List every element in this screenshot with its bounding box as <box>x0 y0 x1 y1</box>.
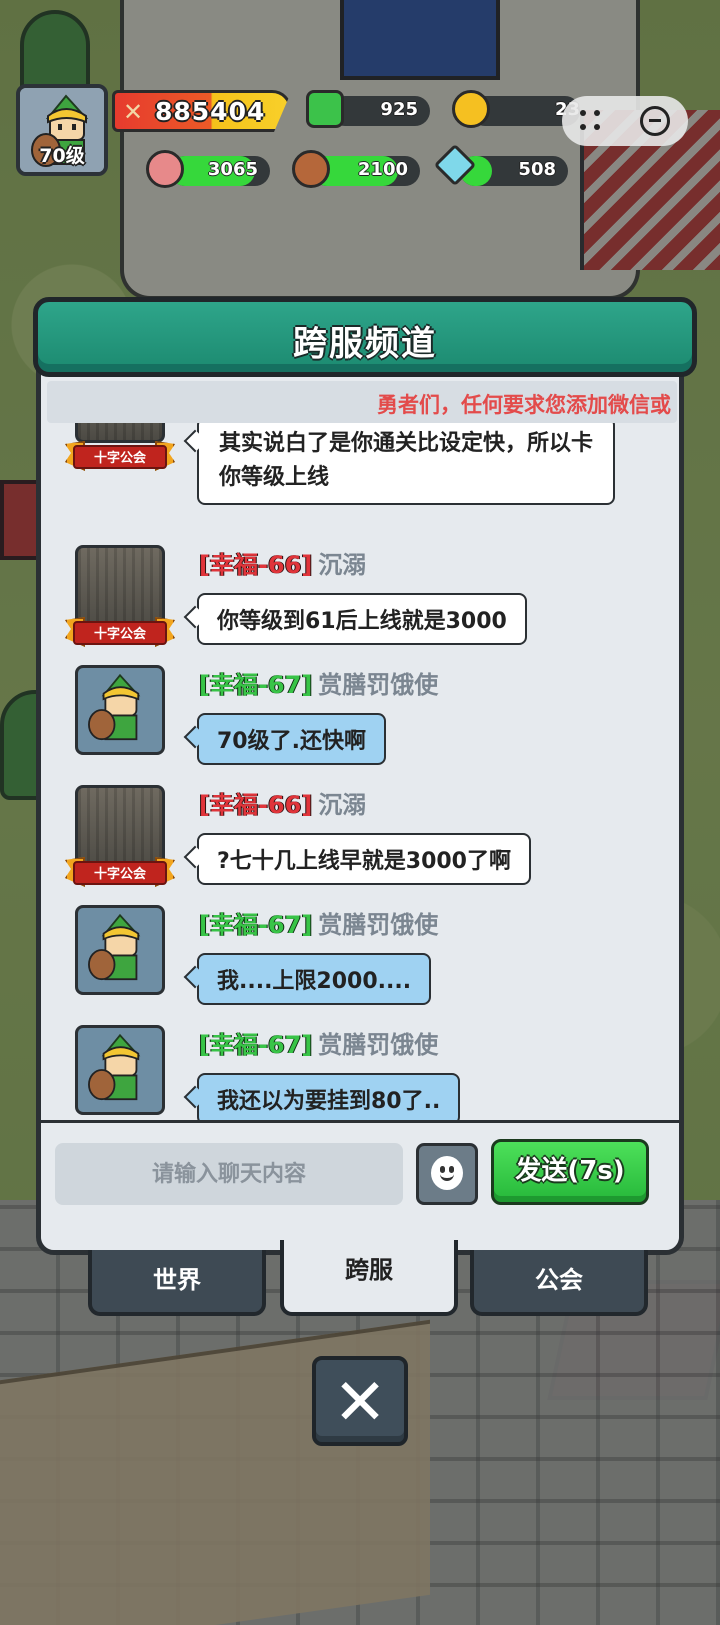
sender-name[interactable]: 沉溺 <box>318 791 366 819</box>
chat-input-row: 发送(7s) <box>41 1120 679 1250</box>
gem-value: 925 <box>380 99 418 120</box>
player-avatar-knight[interactable] <box>75 905 165 995</box>
chat-bubble: ?七十几上线早就是3000了啊 <box>197 833 531 885</box>
panel-header: 跨服频道 <box>33 297 697 377</box>
tab-guild[interactable]: 公会 <box>470 1250 648 1316</box>
chat-text: 其实说白了是你通关比设定快，所以卡 <box>219 431 594 456</box>
tab-world[interactable]: 世界 <box>88 1250 266 1316</box>
chat-text: 70级了.还快啊 <box>217 729 366 754</box>
player-avatar-knight[interactable] <box>75 1025 165 1115</box>
close-button[interactable]: ✕ <box>312 1356 408 1446</box>
chat-text: 我还以为要挂到80了.. <box>217 1089 441 1114</box>
wood-value: 2100 <box>357 159 408 180</box>
sender-name[interactable]: 赏膳罚饿使 <box>318 1031 438 1059</box>
top-hud: 70级 ✕ 885404 925 23 3065 2100 508 <box>0 0 720 200</box>
close-icon: ✕ <box>333 1366 387 1440</box>
smiley-icon <box>431 1156 463 1190</box>
gold-coin-icon <box>452 90 490 128</box>
server-tag: [幸福-67] <box>199 671 313 699</box>
server-tag: [幸福-66] <box>199 551 313 579</box>
crystal-value: 508 <box>518 159 556 180</box>
chat-bubble: 我....上限2000.... <box>197 953 432 1005</box>
combat-power-bar: ✕ 885404 <box>112 90 292 132</box>
knight-portrait-icon <box>88 673 141 741</box>
player-avatar-knight[interactable] <box>75 665 165 755</box>
sender-name[interactable]: 赏膳罚饿使 <box>318 671 438 699</box>
tab-cross-server[interactable]: 跨服 <box>280 1240 458 1316</box>
message-list[interactable]: 十字公会 其实说白了是你通关比设定快，所以卡 你等级上线 十字公会 [幸福-66… <box>41 423 679 1153</box>
guild-name: 十字公会 <box>93 451 146 466</box>
chat-text: 你等级到61后上线就是3000 <box>217 609 507 634</box>
sender-line: [幸福-66] 沉溺 <box>199 545 366 580</box>
sender-name[interactable]: 沉溺 <box>318 551 366 579</box>
minimize-icon[interactable] <box>640 106 670 136</box>
crossed-swords-icon: ✕ <box>123 98 144 126</box>
meat-value: 3065 <box>207 159 258 180</box>
meat-icon <box>146 150 184 188</box>
sender-line: [幸福-67] 赏膳罚饿使 <box>199 905 438 940</box>
server-tag: [幸福-66] <box>199 791 313 819</box>
chat-bubble: 我还以为要挂到80了.. <box>197 1073 461 1125</box>
announcement-marquee: 勇者们，任何要求您添加微信或 <box>47 381 677 423</box>
guild-badge: 十字公会 <box>65 441 175 473</box>
chat-text: 你等级上线 <box>219 465 330 490</box>
knight-portrait-icon <box>88 1033 141 1101</box>
send-button[interactable]: 发送(7s) <box>491 1139 649 1205</box>
wood-log-icon <box>292 150 330 188</box>
emoji-button[interactable] <box>416 1143 478 1205</box>
player-level: 70级 <box>39 145 85 167</box>
sender-line: [幸福-66] 沉溺 <box>199 785 366 820</box>
player-avatar[interactable]: 70级 <box>16 84 108 176</box>
guild-name: 十字公会 <box>93 867 146 882</box>
server-tag: [幸福-67] <box>199 1031 313 1059</box>
chat-input[interactable] <box>55 1143 403 1205</box>
server-tag: [幸福-67] <box>199 911 313 939</box>
knight-portrait-icon <box>88 913 141 981</box>
sender-line: [幸福-67] 赏膳罚饿使 <box>199 1025 438 1060</box>
crystal-counter: 508 <box>460 156 568 186</box>
guild-badge: 十字公会 <box>65 857 175 889</box>
more-dots-icon[interactable] <box>580 106 608 136</box>
player-avatar-stone[interactable] <box>75 423 165 443</box>
combat-power-value: 885404 <box>155 97 266 126</box>
green-gem-plus-icon[interactable] <box>306 90 344 128</box>
meat-counter: 3065 <box>170 156 270 186</box>
chat-text: ?七十几上线早就是3000了啊 <box>217 849 511 874</box>
chat-bubble: 你等级到61后上线就是3000 <box>197 593 527 645</box>
chat-panel: 跨服频道 勇者们，任何要求您添加微信或 十字公会 其实说白了是你通关比设定快，所… <box>33 297 697 1255</box>
guild-name: 十字公会 <box>93 627 146 642</box>
announcement-text: 勇者们，任何要求您添加微信或 <box>377 393 671 417</box>
sender-name[interactable]: 赏膳罚饿使 <box>318 911 438 939</box>
chat-text: 我....上限2000.... <box>217 969 412 994</box>
panel-title: 跨服频道 <box>293 324 437 364</box>
guild-badge: 十字公会 <box>65 617 175 649</box>
chat-bubble: 其实说白了是你通关比设定快，所以卡 你等级上线 <box>197 423 616 505</box>
sender-line: [幸福-67] 赏膳罚饿使 <box>199 665 438 700</box>
gem-counter[interactable]: 925 <box>330 96 430 126</box>
chat-bubble: 70级了.还快啊 <box>197 713 386 765</box>
mini-program-capsule <box>562 96 688 146</box>
